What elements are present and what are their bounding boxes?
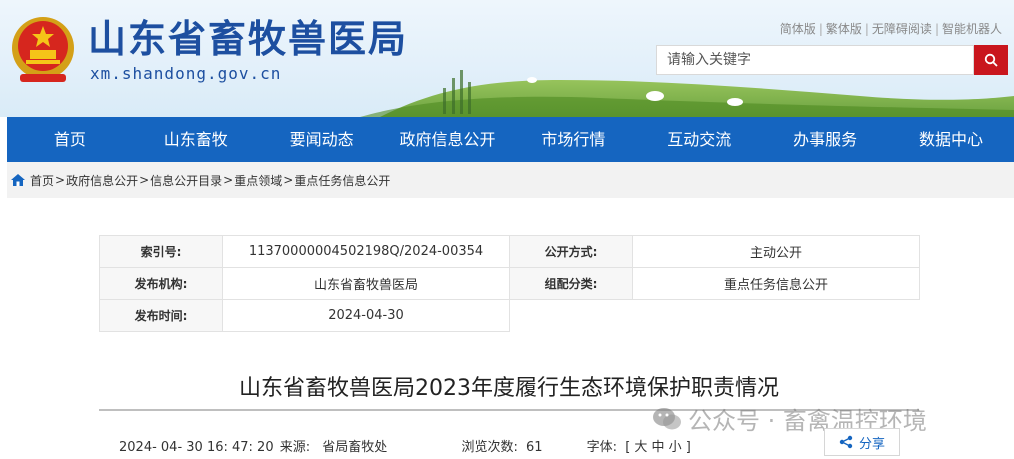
- search-button[interactable]: [974, 45, 1008, 75]
- home-icon: [11, 174, 25, 186]
- link-traditional[interactable]: 繁体版: [826, 20, 862, 37]
- nav-item-shandong-husbandry[interactable]: 山东畜牧: [133, 117, 259, 162]
- category-value: 重点任务信息公开: [632, 267, 920, 300]
- font-size-label: 字体:: [586, 440, 618, 455]
- site-domain: xm.shandong.gov.cn: [90, 64, 282, 83]
- source-value: 省局畜牧处: [322, 440, 388, 455]
- table-row: 索引号: 11370000004502198Q/2024-00354 公开方式:…: [99, 235, 920, 268]
- nav-item-services[interactable]: 办事服务: [762, 117, 888, 162]
- open-mode-value: 主动公开: [632, 235, 920, 268]
- views-label: 浏览次数:: [461, 440, 518, 455]
- info-table: 索引号: 11370000004502198Q/2024-00354 公开方式:…: [99, 235, 920, 332]
- breadcrumb-home[interactable]: 首页: [30, 172, 54, 189]
- link-simplified[interactable]: 简体版: [780, 20, 816, 37]
- site-header: 山东省畜牧兽医局 xm.shandong.gov.cn 简体版 | 繁体版 | 无障碍阅…: [0, 0, 1014, 117]
- article-meta: 2024- 04- 30 16: 47: 20 来源: 省局畜牧处 浏览次数: …: [119, 436, 691, 455]
- share-icon: [839, 435, 853, 449]
- empty-cell: [633, 300, 920, 332]
- link-accessibility[interactable]: 无障碍阅读: [872, 20, 932, 37]
- publisher-label: 发布机构:: [99, 267, 223, 300]
- views-value: 61: [525, 440, 543, 455]
- open-mode-label: 公开方式:: [509, 235, 633, 268]
- nav-item-home[interactable]: 首页: [7, 117, 133, 162]
- breadcrumb: 首页 > 政府信息公开 > 信息公开目录 > 重点领域 > 重点任务信息公开: [7, 162, 1014, 198]
- source-label: 来源:: [279, 440, 311, 455]
- main-nav: 首页 山东畜牧 要闻动态 政府信息公开 市场行情 互动交流 办事服务 数据中心: [7, 117, 1014, 162]
- nav-item-data-center[interactable]: 数据中心: [888, 117, 1014, 162]
- category-label: 组配分类:: [509, 267, 633, 300]
- date-label: 发布时间:: [99, 299, 223, 332]
- table-row: 发布机构: 山东省畜牧兽医局 组配分类: 重点任务信息公开: [99, 267, 920, 300]
- breadcrumb-key-areas[interactable]: 重点领域: [234, 172, 282, 189]
- empty-cell: [510, 300, 633, 332]
- national-emblem-icon: [12, 17, 74, 82]
- search-icon: [984, 53, 998, 67]
- publish-datetime: 2024- 04- 30 16: 47: 20: [119, 440, 274, 455]
- nav-item-news[interactable]: 要闻动态: [259, 117, 385, 162]
- publisher-value: 山东省畜牧兽医局: [222, 267, 510, 300]
- link-robot[interactable]: 智能机器人: [942, 20, 1002, 37]
- wechat-icon: [653, 407, 681, 429]
- font-size-options[interactable]: [ 大 中 小 ]: [625, 436, 691, 455]
- index-label: 索引号:: [99, 235, 223, 268]
- breadcrumb-key-tasks[interactable]: 重点任务信息公开: [294, 172, 390, 189]
- table-row: 发布时间: 2024-04-30: [99, 299, 920, 332]
- nav-item-gov-info[interactable]: 政府信息公开: [385, 117, 511, 162]
- nav-item-market[interactable]: 市场行情: [511, 117, 637, 162]
- site-name[interactable]: 山东省畜牧兽医局: [88, 16, 408, 62]
- share-label: 分享: [858, 436, 885, 452]
- breadcrumb-gov-info[interactable]: 政府信息公开: [66, 172, 138, 189]
- share-button[interactable]: 分享: [824, 428, 900, 456]
- search-input[interactable]: 请输入关键字: [656, 45, 974, 75]
- article-title: 山东省畜牧兽医局2023年度履行生态环境保护职责情况: [239, 376, 779, 401]
- nav-item-interaction[interactable]: 互动交流: [636, 117, 762, 162]
- date-value: 2024-04-30: [222, 299, 510, 332]
- breadcrumb-catalog[interactable]: 信息公开目录: [150, 172, 222, 189]
- top-links: 简体版 | 繁体版 | 无障碍阅读 | 智能机器人: [779, 20, 1002, 37]
- index-value: 11370000004502198Q/2024-00354: [222, 235, 510, 268]
